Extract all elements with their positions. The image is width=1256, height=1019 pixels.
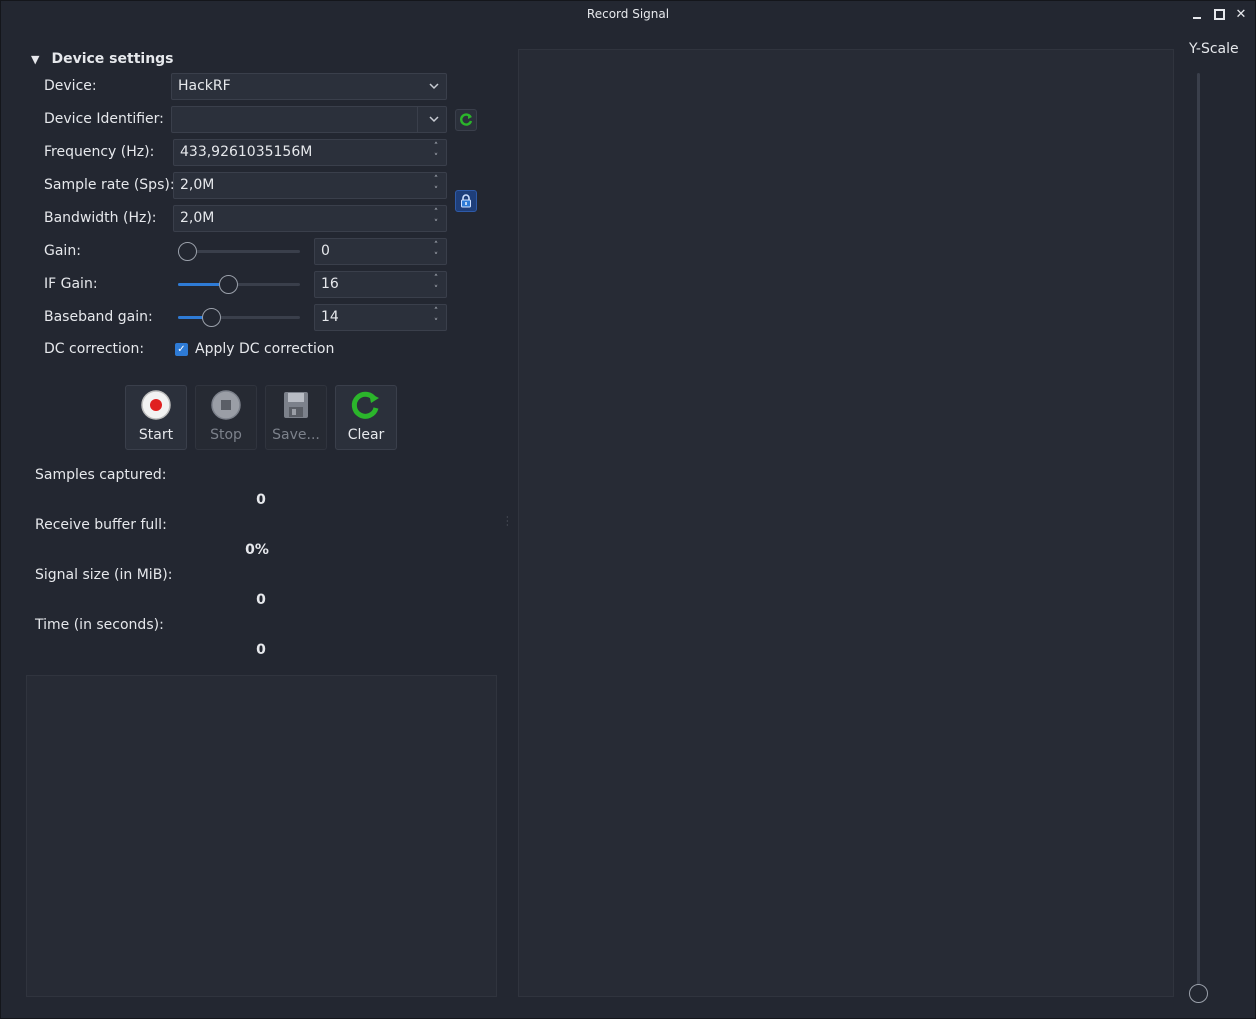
device-identifier-label: Device Identifier:	[44, 111, 164, 127]
collapse-triangle-icon: ▼	[31, 52, 40, 66]
time-label: Time (in seconds):	[35, 617, 164, 633]
signal-graph-view[interactable]	[518, 49, 1174, 997]
spin-arrows-icon[interactable]: ˄ ˅	[426, 140, 446, 165]
device-settings-toggle[interactable]: ▼ Device settings	[31, 49, 174, 69]
stop-button[interactable]: Stop	[195, 385, 257, 450]
save-label: Save...	[272, 427, 320, 443]
checkbox-checked-icon[interactable]: ✓	[175, 342, 188, 356]
if-gain-spinbox[interactable]: 16 ˄ ˅	[314, 271, 447, 298]
if-gain-label: IF Gain:	[44, 276, 98, 292]
start-label: Start	[138, 427, 174, 443]
samples-captured-value: 0	[256, 492, 266, 508]
gain-slider[interactable]	[178, 241, 300, 261]
stop-label: Stop	[210, 427, 242, 443]
titlebar: Record Signal ✕	[1, 1, 1255, 29]
clear-label: Clear	[347, 427, 385, 443]
sample-rate-value: 2,0M	[180, 177, 215, 193]
spin-arrows-icon[interactable]: ˄ ˅	[426, 239, 446, 264]
close-icon[interactable]: ✕	[1233, 6, 1249, 22]
save-icon	[280, 389, 312, 421]
signal-size-value: 0	[256, 592, 266, 608]
chevron-down-icon	[429, 83, 439, 90]
device-value: HackRF	[178, 78, 231, 94]
gain-label: Gain:	[44, 243, 81, 259]
refresh-icon	[460, 113, 473, 126]
save-button[interactable]: Save...	[265, 385, 327, 450]
clear-icon	[350, 389, 382, 421]
refresh-device-button[interactable]	[455, 109, 477, 131]
device-identifier-combobox[interactable]	[171, 106, 447, 133]
start-button[interactable]: Start	[125, 385, 187, 450]
dc-correction-label: DC correction:	[44, 341, 145, 357]
gain-value: 0	[321, 243, 330, 259]
device-label: Device:	[44, 78, 97, 94]
apply-dc-correction-checkbox[interactable]: ✓ Apply DC correction	[175, 341, 334, 357]
record-signal-window: Record Signal ✕ ▼ Device settings Device…	[0, 0, 1256, 1019]
bandwidth-spinbox[interactable]: 2,0M ˄ ˅	[173, 205, 447, 232]
sample-rate-spinbox[interactable]: 2,0M ˄ ˅	[173, 172, 447, 199]
record-icon	[140, 389, 172, 421]
stop-icon	[210, 389, 242, 421]
gain-spinbox[interactable]: 0 ˄ ˅	[314, 238, 447, 265]
frequency-value: 433,9261035156M	[180, 144, 313, 160]
baseband-gain-slider[interactable]	[178, 307, 300, 327]
chevron-down-icon	[429, 116, 439, 123]
minimize-icon[interactable]	[1189, 6, 1205, 22]
apply-dc-correction-label: Apply DC correction	[195, 341, 335, 357]
if-gain-value: 16	[321, 276, 339, 292]
spin-arrows-icon[interactable]: ˄ ˅	[426, 206, 446, 231]
bandwidth-label: Bandwidth (Hz):	[44, 210, 157, 226]
time-value: 0	[256, 642, 266, 658]
y-scale-label: Y-Scale	[1189, 41, 1239, 57]
receive-buffer-label: Receive buffer full:	[35, 517, 167, 533]
window-title: Record Signal	[586, 7, 670, 21]
maximize-icon[interactable]	[1211, 6, 1227, 22]
receive-buffer-value: 0%	[245, 542, 269, 558]
y-scale-slider[interactable]	[1197, 73, 1200, 993]
bandwidth-value: 2,0M	[180, 210, 215, 226]
splitter-handle[interactable]: · · ·	[506, 514, 509, 530]
lock-sample-bandwidth-button[interactable]	[455, 190, 477, 212]
device-settings-title: Device settings	[51, 51, 174, 67]
slider-handle[interactable]	[201, 308, 221, 327]
spin-arrows-icon[interactable]: ˄ ˅	[426, 305, 446, 330]
device-combobox[interactable]: HackRF	[171, 73, 447, 100]
samples-captured-label: Samples captured:	[35, 467, 167, 483]
frequency-spinbox[interactable]: 433,9261035156M ˄ ˅	[173, 139, 447, 166]
baseband-gain-value: 14	[321, 309, 339, 325]
spin-arrows-icon[interactable]: ˄ ˅	[426, 272, 446, 297]
baseband-gain-spinbox[interactable]: 14 ˄ ˅	[314, 304, 447, 331]
spin-arrows-icon[interactable]: ˄ ˅	[426, 173, 446, 198]
lock-icon	[461, 194, 471, 208]
log-text-area[interactable]	[26, 675, 497, 997]
sample-rate-label: Sample rate (Sps):	[44, 177, 175, 193]
clear-button[interactable]: Clear	[335, 385, 397, 450]
slider-handle[interactable]	[178, 242, 197, 261]
slider-handle[interactable]	[219, 275, 239, 294]
signal-size-label: Signal size (in MiB):	[35, 567, 173, 583]
frequency-label: Frequency (Hz):	[44, 144, 155, 160]
combobox-separator	[417, 107, 418, 132]
y-scale-slider-handle[interactable]	[1189, 984, 1208, 1003]
baseband-gain-label: Baseband gain:	[44, 309, 153, 325]
if-gain-slider[interactable]	[178, 274, 300, 294]
